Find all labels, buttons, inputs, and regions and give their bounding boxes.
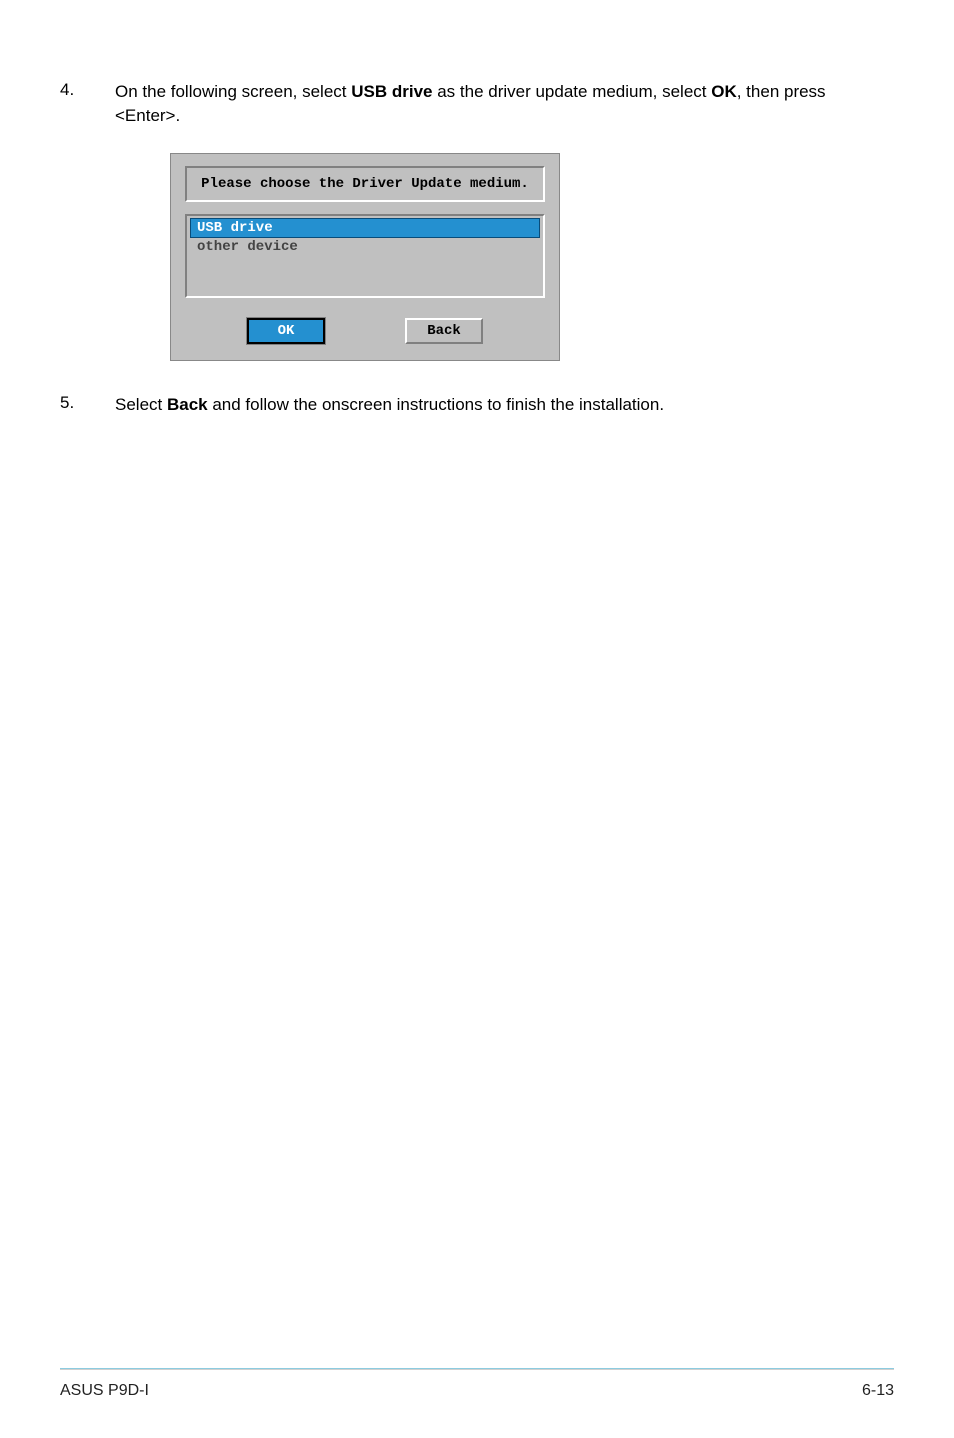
step-4: 4. On the following screen, select USB d… bbox=[60, 80, 894, 128]
list-item-other-device[interactable]: other device bbox=[190, 238, 540, 256]
step-5-number: 5. bbox=[60, 393, 115, 417]
footer-product: ASUS P9D-I bbox=[60, 1382, 149, 1400]
step-5-text: Select Back and follow the onscreen inst… bbox=[115, 393, 664, 417]
medium-list[interactable]: USB drive other device bbox=[185, 214, 545, 298]
back-button[interactable]: Back bbox=[405, 318, 483, 344]
dialog-frame: Please choose the Driver Update medium. … bbox=[170, 153, 560, 361]
footer-page-number: 6-13 bbox=[862, 1382, 894, 1400]
dialog-title-box: Please choose the Driver Update medium. bbox=[185, 166, 545, 202]
page-footer: ASUS P9D-I 6-13 bbox=[60, 1368, 894, 1400]
list-item-usb-drive[interactable]: USB drive bbox=[190, 218, 540, 238]
footer-divider bbox=[60, 1368, 894, 1370]
dialog-title: Please choose the Driver Update medium. bbox=[197, 176, 533, 192]
footer-content: ASUS P9D-I 6-13 bbox=[60, 1382, 894, 1400]
ok-button[interactable]: OK bbox=[247, 318, 325, 344]
step-5: 5. Select Back and follow the onscreen i… bbox=[60, 393, 894, 417]
step-4-number: 4. bbox=[60, 80, 115, 128]
step-4-text: On the following screen, select USB driv… bbox=[115, 80, 894, 128]
driver-update-dialog: Please choose the Driver Update medium. … bbox=[170, 153, 560, 361]
dialog-button-row: OK Back bbox=[185, 318, 545, 344]
